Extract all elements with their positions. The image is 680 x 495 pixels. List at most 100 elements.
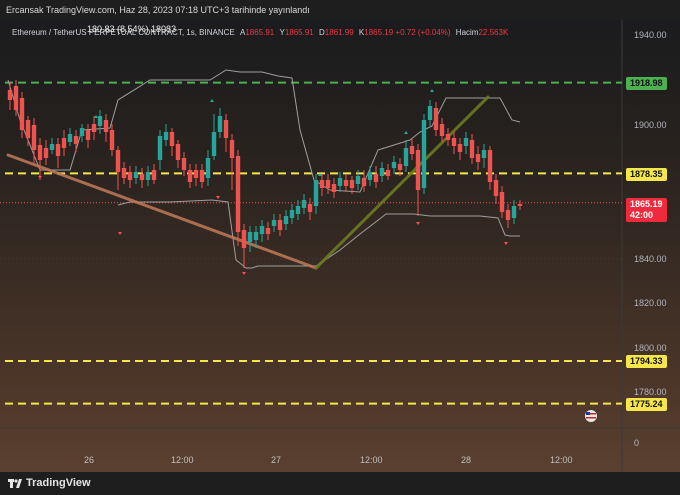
candle-body xyxy=(211,132,217,156)
legend-overlap-text: 180.83 (8.54%) 18083 xyxy=(87,24,177,34)
candle-body xyxy=(175,144,181,160)
level-tag-yellow[interactable]: 1775.24 xyxy=(626,398,667,411)
candle-body xyxy=(79,128,85,136)
candle-body xyxy=(265,228,271,234)
current-price-tag[interactable]: 1865.19 42:00 xyxy=(626,198,667,222)
time-tick: 12:00 xyxy=(360,455,383,465)
candle-body xyxy=(85,130,91,140)
price-tick: 1940.00 xyxy=(634,30,667,40)
candle-body xyxy=(187,170,193,182)
change-value: +0.72 (+0.04%) xyxy=(395,28,451,37)
candle-body xyxy=(91,124,97,132)
candle-body xyxy=(319,180,325,188)
candle-body xyxy=(307,204,313,212)
candle-body xyxy=(43,148,49,158)
candle-body xyxy=(133,172,139,178)
candle-body xyxy=(241,230,247,248)
time-tick: 12:00 xyxy=(171,455,194,465)
candle-body xyxy=(253,232,259,240)
candle-body xyxy=(331,184,337,192)
signal-marker-down xyxy=(38,176,42,179)
chart-pane[interactable]: Ethereum / TetherUS PERPETUAL CONTRACT, … xyxy=(0,20,680,472)
candle-body xyxy=(271,220,277,226)
candle-body xyxy=(199,170,205,182)
candle-body xyxy=(151,170,157,180)
signal-marker-down xyxy=(216,196,220,199)
us-flag-icon xyxy=(585,410,597,422)
signal-marker-up xyxy=(404,131,408,134)
candle-body xyxy=(337,178,343,186)
candle-body xyxy=(37,145,43,160)
candle-body xyxy=(361,178,367,186)
candle-body xyxy=(31,125,37,150)
candle-body xyxy=(181,158,187,170)
candle-body xyxy=(295,206,301,214)
candle-body xyxy=(157,136,163,160)
current-price: 1865.19 xyxy=(630,199,663,209)
candle-body xyxy=(145,172,151,180)
candle-body xyxy=(403,148,409,166)
time-tick: 27 xyxy=(271,455,282,465)
candle-body xyxy=(205,158,211,178)
candle-body xyxy=(73,136,79,144)
level-tag-yellow[interactable]: 1794.33 xyxy=(626,355,667,368)
bar-countdown: 42:00 xyxy=(630,210,654,220)
signal-marker-up xyxy=(94,115,98,118)
candle-body xyxy=(25,120,31,138)
candle-body xyxy=(385,170,391,176)
price-chart[interactable] xyxy=(0,20,680,472)
candle-body xyxy=(109,130,115,150)
candle-body xyxy=(517,204,523,206)
indicator-line xyxy=(117,199,520,269)
time-tick: 12:00 xyxy=(550,455,573,465)
candle-body xyxy=(121,168,127,178)
brand-name: TradingView xyxy=(26,477,91,489)
candle-body xyxy=(445,134,451,140)
candle-body xyxy=(127,172,133,180)
candle-body xyxy=(493,180,499,196)
trendline-down xyxy=(6,153,318,270)
price-tick: 1780.00 xyxy=(634,387,667,397)
candle-body xyxy=(415,150,421,190)
time-tick: 26 xyxy=(84,455,95,465)
candle-body xyxy=(457,144,463,152)
candle-body xyxy=(367,172,373,180)
candle-body xyxy=(97,116,103,126)
candle-body xyxy=(427,106,433,120)
candle-body xyxy=(373,174,379,182)
top-bar: Ercansak TradingView.com, Haz 28, 2023 0… xyxy=(0,0,680,34)
level-tag-yellow[interactable]: 1878.35 xyxy=(626,168,667,181)
candle-body xyxy=(7,90,13,100)
candle-body xyxy=(397,164,403,170)
signal-marker-up xyxy=(210,99,214,102)
candle-body xyxy=(301,200,307,208)
candle-body xyxy=(499,192,505,212)
candle-body xyxy=(439,124,445,136)
volume-axis-tick: 0 xyxy=(634,438,640,448)
volume-value: 22.563K xyxy=(478,28,509,37)
candle-body xyxy=(289,210,295,218)
candle-body xyxy=(379,168,385,176)
candle-body xyxy=(247,232,253,242)
candle-body xyxy=(139,174,145,180)
tradingview-logo-icon xyxy=(8,479,22,488)
low-value: 1861.99 xyxy=(324,28,354,37)
signal-marker-down xyxy=(504,242,508,245)
candle-body xyxy=(433,108,439,130)
candle-body xyxy=(355,176,361,184)
candle-body xyxy=(511,206,517,218)
open-value: 1865.91 xyxy=(245,28,275,37)
level-tag-green[interactable]: 1918.98 xyxy=(626,77,667,90)
candle-body xyxy=(235,156,241,232)
candle-body xyxy=(391,162,397,168)
candle-body xyxy=(325,180,331,188)
candle-body xyxy=(421,120,427,188)
signal-marker-up xyxy=(430,89,434,92)
candle-body xyxy=(115,150,121,172)
candle-body xyxy=(67,134,73,142)
candle-body xyxy=(349,180,355,188)
candle-body xyxy=(487,150,493,182)
candle-body xyxy=(313,180,319,206)
candle-body xyxy=(481,150,487,158)
candle-body xyxy=(451,138,457,146)
